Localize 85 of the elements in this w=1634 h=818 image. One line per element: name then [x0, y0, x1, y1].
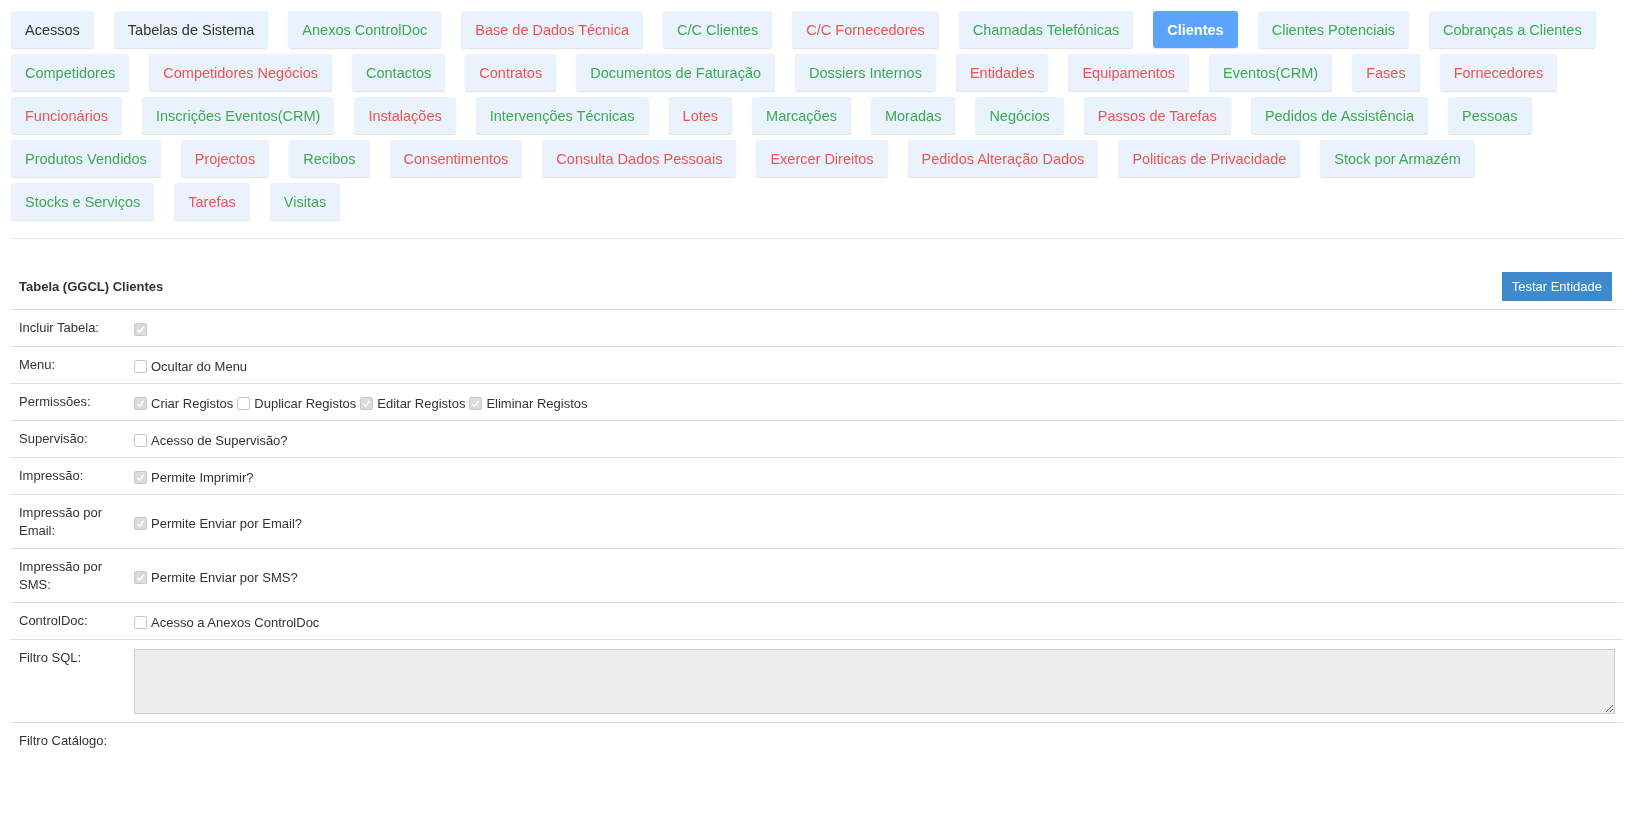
checkmark-icon: [136, 518, 145, 528]
checkmark-icon: [471, 399, 481, 408]
tab[interactable]: Contactos: [352, 54, 446, 91]
field-label: Supervisão:: [19, 430, 89, 448]
checkbox[interactable]: [134, 434, 147, 447]
tab[interactable]: Competidores: [11, 54, 130, 91]
test-entity-button[interactable]: Testar Entidade: [1501, 272, 1612, 301]
tab[interactable]: Tabelas de Sistema: [113, 11, 269, 48]
tab[interactable]: Acessos: [11, 11, 94, 48]
tab[interactable]: Passos de Tarefas: [1083, 97, 1231, 134]
panel-title: Tabela (GGCL) Clientes: [19, 279, 164, 294]
tab[interactable]: Cobranças a Clientes: [1429, 11, 1596, 48]
checkmark-icon: [136, 325, 145, 334]
tab[interactable]: Tarefas: [174, 183, 250, 220]
tab[interactable]: Stock por Armazém: [1320, 140, 1475, 177]
field-label: Impressão por SMS:: [19, 558, 104, 594]
checkbox[interactable]: [134, 516, 147, 530]
tab[interactable]: Stocks e Serviços: [11, 183, 155, 220]
checkbox-label: Ocultar do Menu: [151, 359, 248, 374]
tab[interactable]: Anexos ControlDoc: [288, 11, 442, 48]
sql-filter-field[interactable]: [134, 649, 1615, 714]
tab[interactable]: Consentimentos: [389, 140, 523, 177]
checkbox[interactable]: [469, 397, 483, 410]
checkbox-label: Editar Registos: [377, 396, 466, 411]
checkbox[interactable]: [134, 360, 147, 373]
tab[interactable]: Competidores Negócios: [149, 54, 332, 91]
tab[interactable]: Marcações: [752, 97, 851, 134]
tab[interactable]: C/C Fornecedores: [792, 11, 939, 48]
tab[interactable]: Documentos de Faturação: [576, 54, 776, 91]
tab[interactable]: Contratos: [465, 54, 557, 91]
tab[interactable]: Produtos Vendidos: [11, 140, 161, 177]
tab[interactable]: Funcionários: [11, 97, 122, 134]
tab[interactable]: Recibos: [289, 140, 370, 177]
checkbox[interactable]: [134, 323, 147, 336]
field-label: Incluir Tabela:: [19, 319, 100, 337]
checkmark-icon: [136, 399, 145, 408]
tab[interactable]: Chamadas Telefónicas: [958, 11, 1134, 48]
field-label: Permissões:: [19, 393, 92, 411]
tab[interactable]: Lotes: [668, 97, 733, 134]
tab[interactable]: Moradas: [870, 97, 956, 134]
checkbox-label: Criar Registos: [151, 396, 234, 411]
checkbox[interactable]: [134, 397, 147, 410]
field-label: ControlDoc:: [19, 612, 89, 630]
tab[interactable]: Negócios: [975, 97, 1064, 134]
tab[interactable]: Consulta Dados Pessoais: [542, 140, 737, 177]
tab[interactable]: Entidades: [955, 54, 1049, 91]
checkmark-icon: [136, 572, 145, 582]
field-label: Filtro SQL:: [19, 649, 83, 667]
checkbox-label: Duplicar Registos: [254, 396, 357, 411]
checkbox-label: Acesso de Supervisão?: [151, 433, 288, 448]
tab[interactable]: Eventos(CRM): [1209, 54, 1333, 91]
checkbox[interactable]: [237, 397, 251, 410]
tab[interactable]: Clientes Potenciais: [1257, 11, 1409, 48]
tab[interactable]: Base de Dados Técnica: [461, 11, 643, 48]
checkmark-icon: [362, 399, 372, 408]
tab[interactable]: Intervenções Técnicas: [475, 97, 649, 134]
tab[interactable]: Pedidos de Assistência: [1250, 97, 1428, 134]
checkbox-label: Permite Imprimir?: [151, 470, 254, 485]
field-label: Filtro Catálogo:: [19, 732, 109, 750]
tab[interactable]: Visitas: [269, 183, 341, 220]
field-label: Impressão por Email:: [19, 504, 104, 540]
field-label: Menu:: [19, 356, 57, 374]
tab[interactable]: Equipamentos: [1068, 54, 1190, 91]
tab[interactable]: Clientes: [1153, 11, 1238, 48]
checkbox[interactable]: [134, 570, 147, 584]
tab[interactable]: Exercer Direitos: [756, 140, 888, 177]
checkbox-label: Permite Enviar por Email?: [151, 515, 302, 531]
tab[interactable]: Projectos: [180, 140, 270, 177]
checkbox[interactable]: [360, 397, 374, 410]
checkmark-icon: [136, 473, 145, 482]
checkbox-label: Permite Enviar por SMS?: [151, 569, 298, 585]
tab[interactable]: Instalações: [354, 97, 456, 134]
tab[interactable]: Pessoas: [1448, 97, 1532, 134]
tab[interactable]: Fornecedores: [1439, 54, 1558, 91]
tab[interactable]: Fases: [1352, 54, 1420, 91]
checkbox-label: Eliminar Registos: [486, 396, 588, 411]
tab[interactable]: Politicas de Privacidade: [1118, 140, 1301, 177]
field-label: Impressão:: [19, 467, 85, 485]
checkbox-label: Acesso a Anexos ControlDoc: [151, 615, 320, 630]
tab[interactable]: Inscrições Eventos(CRM): [142, 97, 335, 134]
tab[interactable]: C/C Clientes: [662, 11, 773, 48]
checkbox[interactable]: [134, 616, 147, 629]
tab[interactable]: Dossiers Internos: [795, 54, 936, 91]
checkbox[interactable]: [134, 471, 147, 484]
tab[interactable]: Pedidos Alteração Dados: [907, 140, 1099, 177]
